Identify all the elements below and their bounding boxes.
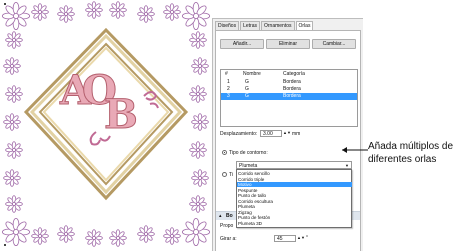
dropdown-option[interactable]: Corrido escultura [237, 199, 352, 204]
outline-type-dropdown[interactable]: Corrido sencillo Corrido triple Motivo P… [236, 169, 352, 228]
flower-motif [189, 195, 207, 213]
monogram-aob: A O B [59, 67, 139, 139]
dropdown-option[interactable]: Corrido sencillo [237, 171, 352, 176]
header-name: Nombre [243, 71, 261, 77]
add-button[interactable]: Añadir... [220, 39, 264, 49]
cell-name: G [245, 86, 249, 92]
tab-letters[interactable]: Letras [240, 21, 260, 30]
cell-number: 2 [227, 86, 230, 92]
table-row-selected[interactable]: 3 G Bordera [221, 93, 357, 100]
dropdown-option[interactable]: Zigzag [237, 210, 352, 215]
flower-motif [109, 1, 127, 19]
offset-spinner-icon[interactable]: ▲▼ [283, 130, 291, 135]
flower-motif [189, 141, 207, 159]
flower-motif [109, 229, 127, 247]
flower-motif [3, 169, 21, 187]
dropdown-option[interactable]: Pespunte [237, 188, 352, 193]
outline-type-radio[interactable] [222, 150, 227, 155]
offset-label: Desplazamiento: [220, 131, 258, 137]
tab-designs[interactable]: Diseños [215, 21, 240, 30]
flower-motif [31, 3, 49, 21]
flower-motif [5, 195, 23, 213]
flower-motif [191, 57, 209, 75]
flower-motif [1, 1, 31, 31]
flower-motif [163, 3, 181, 21]
section-toggle-icon[interactable]: ▴ [219, 213, 222, 219]
change-button[interactable]: Cambiar... [312, 39, 356, 49]
flower-motif [163, 227, 181, 245]
flower-motif [137, 5, 155, 23]
second-radio[interactable] [222, 172, 227, 177]
tab-bar: Diseños Letras Ornamentos Orlas [215, 21, 314, 31]
tab-ornaments[interactable]: Ornamentos [260, 21, 295, 30]
flower-motif [5, 31, 23, 49]
cell-category: Bordera [283, 79, 301, 85]
outline-type-label: Tipo de contorno: [229, 150, 268, 156]
flower-motif [1, 217, 31, 247]
offset-input[interactable]: 3.00 [260, 130, 282, 137]
rotate-unit: ° [306, 235, 308, 241]
embroidery-artwork: A O B [1, 1, 211, 247]
table-row[interactable]: 1 G Bordera [221, 79, 357, 86]
flower-motif [191, 169, 209, 187]
orlas-dialog: Diseños Letras Ornamentos Orlas Añadir..… [212, 18, 363, 251]
rotate-spinner-icon[interactable]: ▲▼ [297, 235, 305, 240]
flower-motif [181, 217, 211, 247]
flower-motif [5, 141, 23, 159]
header-category: Categoría [283, 71, 305, 77]
section-title: Bo [226, 213, 233, 219]
delete-button[interactable]: Eliminar [266, 39, 310, 49]
cell-category: Bordera [283, 93, 301, 99]
outline-type-select[interactable]: Plumeta ▼ [236, 161, 352, 169]
dropdown-option[interactable]: Punto de tallo [237, 193, 352, 198]
flower-motif [57, 5, 75, 23]
borders-pane: Añadir... Eliminar Cambiar... # Nombre C… [215, 30, 361, 251]
flower-motif [189, 31, 207, 49]
table-row[interactable]: 2 G Bordera [221, 86, 357, 93]
dropdown-option[interactable]: Plumeta 3D [237, 221, 352, 226]
offset-unit: mm [292, 131, 301, 137]
flower-motif [85, 229, 103, 247]
dropdown-option[interactable]: Corrido triple [237, 177, 352, 182]
cell-name: G [245, 93, 249, 99]
proportion-label: Propo [220, 223, 234, 229]
flower-motif [191, 113, 209, 131]
rotate-input[interactable]: 45 [274, 235, 296, 242]
second-radio-label: Ti [229, 172, 233, 178]
cell-name: G [245, 79, 249, 85]
flower-motif [31, 227, 49, 245]
cell-number: 3 [227, 93, 230, 99]
flower-motif [3, 57, 21, 75]
callout-text: Añada múltiplos de diferentes orlas [368, 141, 454, 165]
flower-motif [137, 225, 155, 243]
header-number: # [225, 71, 228, 77]
flower-motif [3, 113, 21, 131]
flower-motif [85, 1, 103, 19]
flower-motif [189, 85, 207, 103]
svg-text:B: B [104, 91, 138, 138]
dropdown-option[interactable]: Punto de festón [237, 215, 352, 220]
flower-motif [181, 1, 211, 31]
dropdown-option-highlighted[interactable]: Motivo [237, 182, 352, 187]
cell-category: Bordera [283, 86, 301, 92]
table-header: # Nombre Categoría [221, 71, 357, 78]
flower-motif [5, 85, 23, 103]
cell-number: 1 [227, 79, 230, 85]
borders-table: # Nombre Categoría 1 G Bordera 2 G Borde… [220, 69, 358, 127]
flower-motif [57, 225, 75, 243]
rotate-label: Girar a: [220, 236, 237, 242]
dropdown-option[interactable]: Plumeta [237, 204, 352, 209]
